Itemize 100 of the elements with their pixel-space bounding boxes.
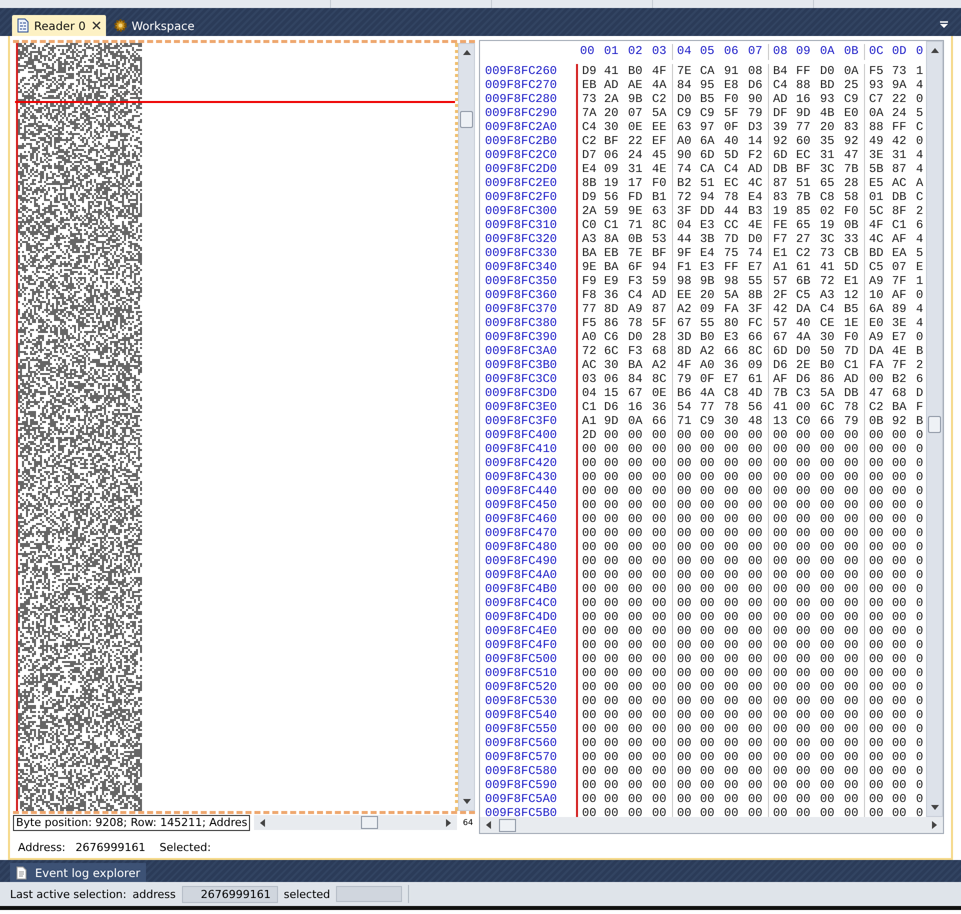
- scroll-right-icon[interactable]: [932, 821, 937, 829]
- hex-byte: E1: [768, 246, 792, 260]
- document-tab[interactable]: Workspace: [108, 15, 200, 36]
- hex-byte: 00: [747, 470, 764, 484]
- hex-byte: 00: [699, 526, 716, 540]
- hex-byte: E1: [843, 274, 860, 288]
- hex-byte: C: [915, 120, 924, 134]
- hex-byte: 0: [915, 568, 924, 582]
- scrollbar-thumb[interactable]: [928, 416, 941, 433]
- hex-byte: 00: [603, 484, 620, 498]
- hex-byte: 00: [891, 624, 908, 638]
- hex-byte: 00: [723, 540, 740, 554]
- hex-byte: 97: [699, 120, 716, 134]
- hex-byte: 00: [864, 764, 888, 778]
- row-address: 009F8FC320: [485, 232, 558, 246]
- scroll-right-icon[interactable]: [446, 818, 451, 826]
- close-icon[interactable]: [92, 21, 101, 30]
- hex-byte: DA: [795, 302, 812, 316]
- hex-byte: 00: [627, 680, 644, 694]
- hex-byte: 95: [699, 78, 716, 92]
- horizontal-scrollbar[interactable]: [480, 817, 943, 833]
- scroll-up-icon[interactable]: [930, 48, 938, 53]
- hex-byte: 00: [723, 526, 740, 540]
- hex-byte: 73: [576, 92, 600, 106]
- hex-byte: 09: [699, 302, 716, 316]
- hex-byte: E9: [603, 274, 620, 288]
- hex-byte: 00: [891, 484, 908, 498]
- hex-byte: 0: [915, 610, 924, 624]
- hex-byte: 00: [843, 624, 860, 638]
- vertical-scrollbar[interactable]: [926, 41, 943, 817]
- tool-tab[interactable]: Event log explorer: [10, 863, 146, 882]
- scrollbar-thumb[interactable]: [361, 816, 378, 829]
- vertical-scrollbar[interactable]: [458, 43, 475, 811]
- hex-byte: 6A: [864, 302, 888, 316]
- hex-byte: 42: [768, 302, 792, 316]
- row-address: 009F8FC280: [485, 92, 558, 106]
- scroll-left-icon[interactable]: [260, 818, 266, 826]
- hex-byte: 00: [795, 442, 812, 456]
- hex-byte: 2E: [795, 358, 812, 372]
- hex-byte: 30: [723, 414, 740, 428]
- hex-byte: 00: [672, 778, 696, 792]
- status-label: selected: [284, 888, 330, 900]
- hex-byte: 40: [795, 316, 812, 330]
- hex-byte: 9D: [603, 414, 620, 428]
- hex-byte: 00: [576, 484, 600, 498]
- hex-byte: 51: [699, 176, 716, 190]
- hex-byte: 7F: [891, 274, 908, 288]
- hex-byte: 00: [723, 638, 740, 652]
- hex-byte: E0: [864, 316, 888, 330]
- document-tab[interactable]: Reader 0: [12, 15, 106, 36]
- scrollbar-thumb[interactable]: [499, 818, 516, 832]
- hex-byte: 00: [723, 442, 740, 456]
- hex-byte: 33: [843, 232, 860, 246]
- hex-byte: 16: [795, 92, 812, 106]
- hex-byte: 25: [843, 78, 860, 92]
- scroll-down-icon[interactable]: [462, 799, 470, 804]
- hex-byte: 00: [699, 806, 716, 817]
- hex-byte: 8B: [576, 176, 600, 190]
- hex-byte: F3: [627, 344, 644, 358]
- hex-byte: 00: [651, 568, 668, 582]
- horizontal-scrollbar[interactable]: [254, 815, 457, 830]
- hex-byte: 00: [627, 456, 644, 470]
- row-address: 009F8FC360: [485, 288, 558, 302]
- hex-byte: 00: [651, 624, 668, 638]
- hex-byte: FE: [768, 218, 792, 232]
- hex-byte: 00: [723, 694, 740, 708]
- hex-byte: 00: [768, 778, 792, 792]
- hex-byte: 00: [651, 694, 668, 708]
- hex-byte: BF: [603, 134, 620, 148]
- hex-byte: 63: [651, 204, 668, 218]
- hex-byte: 00: [747, 778, 764, 792]
- column-header: 04: [672, 44, 696, 60]
- hex-byte: EB: [576, 78, 600, 92]
- scroll-down-icon[interactable]: [930, 805, 938, 810]
- row-address: 009F8FC2C0: [485, 148, 558, 162]
- dropdown-caret-icon[interactable]: [939, 21, 949, 29]
- hex-byte: 6D: [699, 148, 716, 162]
- hex-byte: 00: [768, 582, 792, 596]
- hex-byte: 00: [891, 456, 908, 470]
- hex-byte: D0: [819, 64, 836, 78]
- hex-byte: 00: [723, 428, 740, 442]
- hex-byte: 00: [768, 652, 792, 666]
- hex-byte: 00: [768, 694, 792, 708]
- hex-byte: B2: [672, 176, 696, 190]
- hex-byte: 3D: [672, 330, 696, 344]
- hex-byte: 01: [864, 190, 888, 204]
- hex-byte: 5: [915, 246, 924, 260]
- hex-byte: 09: [603, 162, 620, 176]
- hex-byte: 00: [627, 526, 644, 540]
- hex-byte: D6: [747, 78, 764, 92]
- scrollbar-thumb[interactable]: [460, 111, 473, 128]
- scroll-up-icon[interactable]: [462, 50, 470, 55]
- hex-byte: 00: [768, 442, 792, 456]
- hex-byte: 67: [768, 330, 792, 344]
- hex-byte: 92: [891, 414, 908, 428]
- column-header: 0C: [864, 44, 888, 60]
- hex-byte: 4E: [651, 162, 668, 176]
- hex-byte: 00: [891, 610, 908, 624]
- row-address: 009F8FC510: [485, 666, 558, 680]
- scroll-left-icon[interactable]: [486, 821, 491, 829]
